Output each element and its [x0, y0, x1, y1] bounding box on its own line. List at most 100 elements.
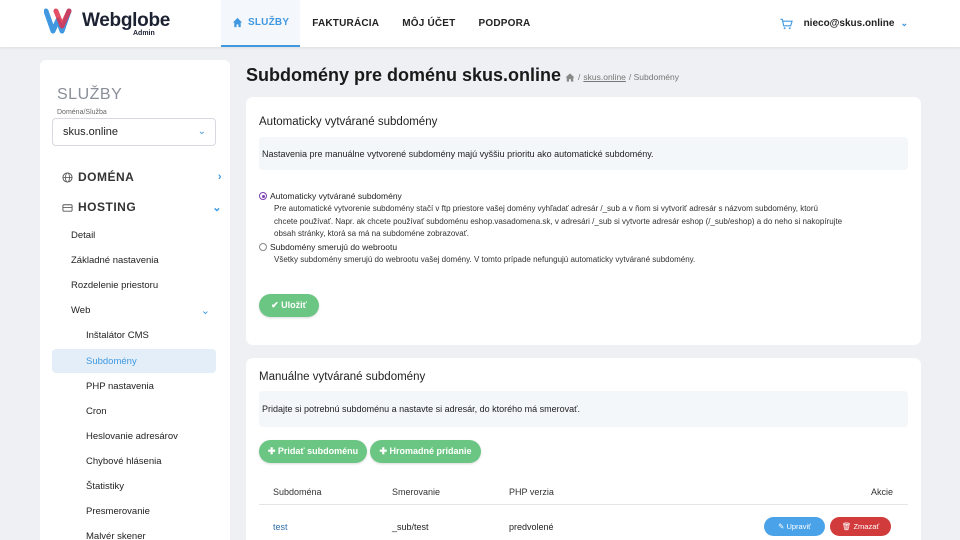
info-box: Pridajte si potrebnú subdoménu a nastavt…: [259, 391, 908, 427]
column-header: Subdoména: [273, 487, 322, 497]
webglobe-logo-icon: [44, 8, 72, 34]
brand-sub: Admin: [133, 30, 155, 37]
sidebar-item-malver-skener[interactable]: Malvér skener: [52, 524, 216, 540]
chevron-right-icon: ›: [217, 171, 222, 183]
sidebar-item-label: Základné nastavenia: [71, 254, 159, 266]
delete-label: Zmazať: [853, 522, 880, 531]
page-title: Subdomény pre doménu skus.online: [246, 65, 562, 85]
sidebar-item-label: Inštalátor CMS: [86, 329, 149, 341]
auto-subdomains-card: Automaticky vytvárané subdomény Nastaven…: [246, 97, 921, 345]
sidebar-group-hosting[interactable]: HOSTING ⌄: [62, 196, 222, 218]
sidebar-group-label: HOSTING: [78, 200, 137, 214]
subdomain-target: _sub/test: [392, 522, 429, 532]
sidebar-item-label: Subdomény: [86, 355, 137, 367]
breadcrumb-sep: /: [578, 72, 581, 82]
radio-option-auto[interactable]: Automaticky vytvárané subdomény: [259, 191, 402, 201]
nav-item-sluzby[interactable]: SLUŽBY: [221, 0, 301, 47]
top-bar: Webglobe Admin SLUŽBY FAKTURÁCIA MÔJ ÚČE…: [0, 0, 960, 47]
column-header: PHP verzia: [509, 487, 554, 497]
sidebar-item-label: Detail: [71, 229, 96, 241]
info-box: Nastavenia pre manuálne vytvorené subdom…: [259, 137, 908, 170]
user-menu[interactable]: nieco@skus.online ⌄: [780, 0, 908, 47]
sidebar-item-heslovanie-adresarov[interactable]: Heslovanie adresárov: [52, 424, 216, 448]
nav-item-podpora[interactable]: PODPORA: [467, 0, 541, 47]
radio-label: Automaticky vytvárané subdomény: [270, 191, 402, 201]
brand-name: Webglobe: [82, 10, 171, 31]
trash-icon: 🗑: [841, 522, 854, 531]
chevron-down-icon: ⌄: [197, 126, 206, 137]
add-subdomain-button[interactable]: ✚ Pridať subdoménu: [259, 440, 367, 463]
radio-button[interactable]: [259, 243, 267, 251]
user-email: nieco@skus.online: [803, 18, 895, 29]
chevron-down-icon: ⌄: [200, 304, 210, 317]
nav-label: MÔJ ÚČET: [402, 18, 456, 29]
home-icon[interactable]: [565, 72, 575, 82]
desc-line: obsah stránky, ktorá sa má na subdoméne …: [274, 229, 469, 238]
sidebar-item-label: Presmerovanie: [86, 505, 150, 517]
sidebar-item-label: Štatistiky: [86, 480, 125, 492]
sidebar-item-detail[interactable]: Detail: [52, 223, 216, 247]
radio-button[interactable]: [259, 192, 267, 200]
server-icon: [62, 203, 73, 212]
subdomain-link[interactable]: test: [273, 522, 288, 532]
domain-select[interactable]: skus.online ⌄: [52, 118, 216, 146]
sidebar-item-cron[interactable]: Cron: [52, 399, 216, 423]
chevron-down-icon: ⌄: [212, 201, 222, 214]
subdomains-table: Subdoména Smerovanie PHP verzia Akcie te…: [259, 471, 908, 540]
sidebar-group-domena[interactable]: DOMÉNA ›: [62, 166, 222, 188]
logo[interactable]: Webglobe Admin: [44, 8, 174, 40]
edit-icon: ✎: [778, 522, 787, 531]
edit-label: Upraviť: [786, 522, 811, 531]
sidebar-item-rozdelenie-priestoru[interactable]: Rozdelenie priestoru: [52, 273, 216, 297]
radio-description: Pre automatické vytvorenie subdomény sta…: [274, 203, 904, 241]
sidebar-title: SLUŽBY: [57, 86, 123, 103]
sidebar-item-label: Rozdelenie priestoru: [71, 279, 159, 291]
nav-item-fakturacia[interactable]: FAKTURÁCIA: [301, 0, 390, 47]
domain-select-value: skus.online: [63, 126, 119, 138]
bulk-add-button[interactable]: ✚ Hromadné pridanie: [370, 440, 481, 463]
home-icon: [232, 17, 243, 28]
sidebar-item-zakladne-nastavenia[interactable]: Základné nastavenia: [52, 248, 216, 272]
nav-label: FAKTURÁCIA: [312, 18, 380, 29]
card-title: Manuálne vytvárané subdomény: [259, 371, 426, 383]
sidebar-item-label: PHP nastavenia: [86, 380, 154, 392]
divider: [259, 504, 908, 505]
chevron-down-icon: ⌄: [900, 18, 908, 28]
delete-button[interactable]: 🗑 Zmazať: [830, 517, 891, 536]
breadcrumb: / skus.online / Subdomény: [565, 72, 679, 82]
globe-icon: [62, 171, 73, 183]
sidebar-item-instalator-cms[interactable]: Inštalátor CMS: [52, 323, 216, 347]
sidebar-item-php-nastavenia[interactable]: PHP nastavenia: [52, 374, 216, 398]
nav-item-moj-ucet[interactable]: MÔJ ÚČET: [391, 0, 466, 47]
sidebar-item-subdomeny[interactable]: Subdomény: [52, 349, 216, 373]
sidebar-item-label: Malvér skener: [86, 530, 146, 540]
breadcrumb-current: / Subdomény: [628, 72, 679, 82]
desc-line: chcete používať. Napr. ak chcete používa…: [274, 216, 843, 226]
sidebar-item-chybove-hlasenia[interactable]: Chybové hlásenia: [52, 449, 216, 473]
radio-label: Subdomény smerujú do webrootu: [270, 242, 398, 252]
subdomain-php: predvolené: [509, 522, 554, 532]
save-button[interactable]: ✔ Uložiť: [259, 294, 319, 317]
sidebar-group-label: DOMÉNA: [78, 170, 135, 184]
nav-label: PODPORA: [478, 18, 531, 29]
domain-select-label: Doména/Služba: [57, 109, 107, 116]
manual-subdomains-card: Manuálne vytvárané subdomény Pridajte si…: [246, 358, 921, 540]
sidebar-item-label: Heslovanie adresárov: [86, 430, 178, 442]
sidebar-item-presmerovanie[interactable]: Presmerovanie: [52, 499, 216, 523]
breadcrumb-link-domain[interactable]: skus.online: [583, 72, 626, 82]
radio-option-webroot[interactable]: Subdomény smerujú do webrootu: [259, 242, 397, 252]
nav-label: SLUŽBY: [248, 17, 290, 28]
sidebar-item-label: Web: [71, 304, 91, 316]
main-nav: SLUŽBY FAKTURÁCIA MÔJ ÚČET PODPORA: [221, 0, 542, 47]
sidebar-item-web[interactable]: Web ⌄: [52, 298, 216, 322]
desc-line: Pre automatické vytvorenie subdomény sta…: [274, 204, 818, 213]
edit-button[interactable]: ✎ Upraviť: [764, 517, 825, 536]
sidebar-item-label: Chybové hlásenia: [86, 455, 162, 467]
card-title: Automaticky vytvárané subdomény: [259, 116, 438, 128]
cart-icon[interactable]: [780, 18, 793, 30]
radio-description: Všetky subdomény smerujú do webrootu vaš…: [274, 255, 696, 264]
sidebar-item-statistiky[interactable]: Štatistiky: [52, 474, 216, 498]
sidebar-item-label: Cron: [86, 405, 107, 417]
column-header: Akcie: [871, 487, 894, 497]
sidebar: SLUŽBY Doména/Služba skus.online ⌄ DOMÉN…: [40, 60, 230, 540]
